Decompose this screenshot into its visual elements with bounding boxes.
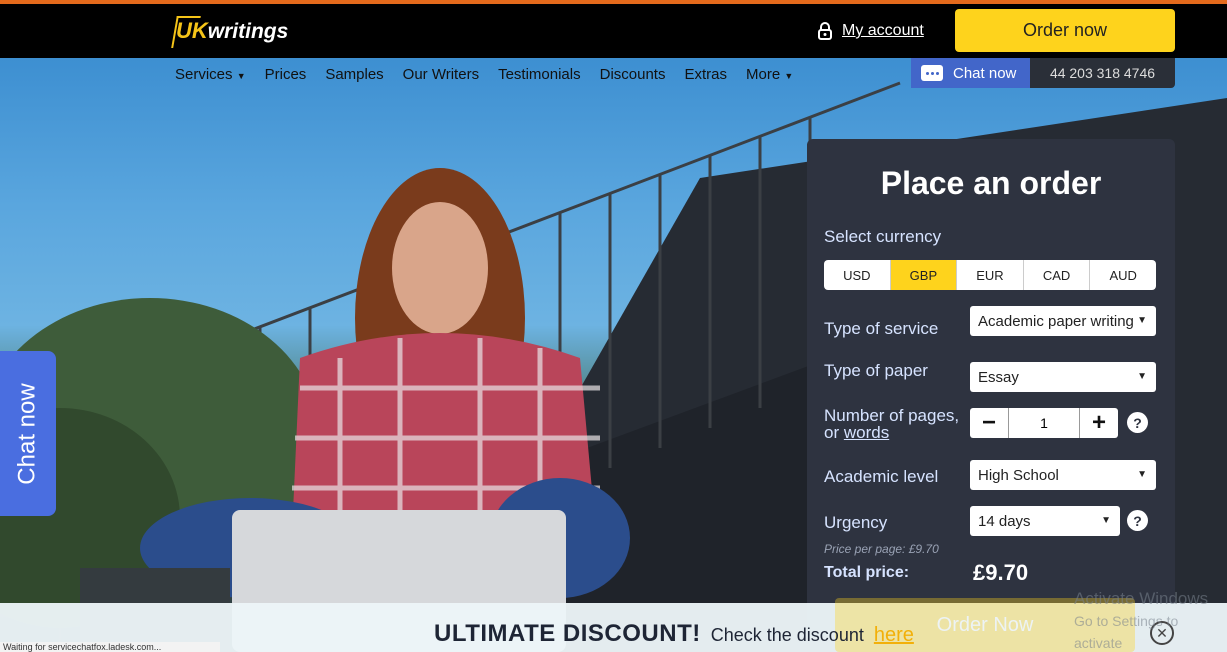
nav-samples[interactable]: Samples <box>325 66 383 83</box>
chat-bubble-icon <box>921 65 943 81</box>
chat-now-button[interactable]: Chat now <box>911 58 1030 88</box>
watermark-line1: Activate Windows <box>1074 589 1209 608</box>
nav-prices[interactable]: Prices <box>265 66 307 83</box>
banner-headline: ULTIMATE DISCOUNT! <box>434 620 701 647</box>
panel-title: Place an order <box>880 165 1102 201</box>
currency-eur[interactable]: EUR <box>957 260 1024 290</box>
help-icon[interactable]: ? <box>1127 510 1148 531</box>
pages-label: Number of pages, or words <box>824 407 959 441</box>
dropdown-arrow-icon: ▼ <box>1137 315 1147 326</box>
paper-value: Essay <box>978 368 1019 386</box>
total-price-value: £9.70 <box>973 560 1029 585</box>
phone-number[interactable]: 44 203 318 4746 <box>1030 58 1175 88</box>
windows-watermark: Activate Windows Go to Settings to activ… <box>1074 588 1227 652</box>
my-account-link[interactable]: My account <box>818 22 924 40</box>
order-now-button[interactable]: Order now <box>955 9 1175 52</box>
watermark-line2: Go to Settings to activate <box>1074 613 1179 651</box>
increment-button[interactable]: + <box>1080 408 1118 438</box>
caret-down-icon: ▼ <box>784 71 794 81</box>
pages-label-or: or <box>824 423 840 442</box>
currency-gbp[interactable]: GBP <box>890 260 958 290</box>
service-value: Academic paper writing <box>978 312 1134 330</box>
currency-usd[interactable]: USD <box>824 260 891 290</box>
level-label: Academic level <box>824 467 939 486</box>
caret-down-icon: ▼ <box>236 71 246 81</box>
currency-aud[interactable]: AUD <box>1090 260 1156 290</box>
logo-writings: writings <box>207 20 289 43</box>
dropdown-arrow-icon: ▼ <box>1101 515 1111 526</box>
banner-link[interactable]: here <box>874 624 914 647</box>
site-header: UK writings My account Order now <box>0 4 1227 58</box>
currency-selector: USD GBP EUR CAD AUD <box>824 260 1156 290</box>
my-account-label[interactable]: My account <box>842 22 924 40</box>
level-select[interactable]: High School ▼ <box>970 460 1156 490</box>
dropdown-arrow-icon: ▼ <box>1137 469 1147 480</box>
nav-discounts[interactable]: Discounts <box>600 66 666 83</box>
order-panel: Place an order Select currency USD GBP E… <box>807 139 1175 639</box>
dropdown-arrow-icon: ▼ <box>1137 371 1147 382</box>
level-value: High School <box>978 466 1059 484</box>
paper-label: Type of paper <box>824 361 928 380</box>
status-bar: Waiting for servicechatfox.ladesk.com... <box>0 642 220 652</box>
service-select[interactable]: Academic paper writing ▼ <box>970 306 1156 336</box>
pages-stepper: − 1 + <box>970 408 1118 438</box>
lock-icon <box>818 22 832 40</box>
urgency-label: Urgency <box>824 513 888 532</box>
total-price-label: Total price: <box>824 564 910 581</box>
side-chat-label: Chat now <box>14 382 42 485</box>
nav-more[interactable]: More ▼ <box>746 66 793 83</box>
nav-services[interactable]: Services ▼ <box>175 66 246 83</box>
price-per-page: Price per page: £9.70 <box>824 542 939 556</box>
side-chat-tab[interactable]: Chat now <box>0 351 56 516</box>
urgency-select[interactable]: 14 days ▼ <box>970 506 1120 536</box>
nav-more-label: More <box>745 66 781 83</box>
decrement-button[interactable]: − <box>970 408 1008 438</box>
banner-text: ULTIMATE DISCOUNT! Check the discount he… <box>434 620 914 648</box>
currency-label: Select currency <box>824 227 942 246</box>
nav-testimonials[interactable]: Testimonials <box>498 66 581 83</box>
words-link[interactable]: words <box>844 423 889 442</box>
urgency-value: 14 days <box>978 512 1031 530</box>
pages-value[interactable]: 1 <box>1008 408 1080 438</box>
nav-extras[interactable]: Extras <box>684 66 727 83</box>
nav-our-writers[interactable]: Our Writers <box>403 66 479 83</box>
site-logo[interactable]: UK writings <box>171 16 289 48</box>
main-nav: Services ▼ Prices Samples Our Writers Te… <box>175 66 793 83</box>
banner-body: Check the discount <box>710 625 864 645</box>
paper-select[interactable]: Essay ▼ <box>970 362 1156 392</box>
currency-cad[interactable]: CAD <box>1024 260 1091 290</box>
nav-services-label: Services <box>175 66 233 83</box>
help-icon[interactable]: ? <box>1127 412 1148 433</box>
service-label: Type of service <box>824 319 939 338</box>
chat-now-label: Chat now <box>953 64 1017 82</box>
